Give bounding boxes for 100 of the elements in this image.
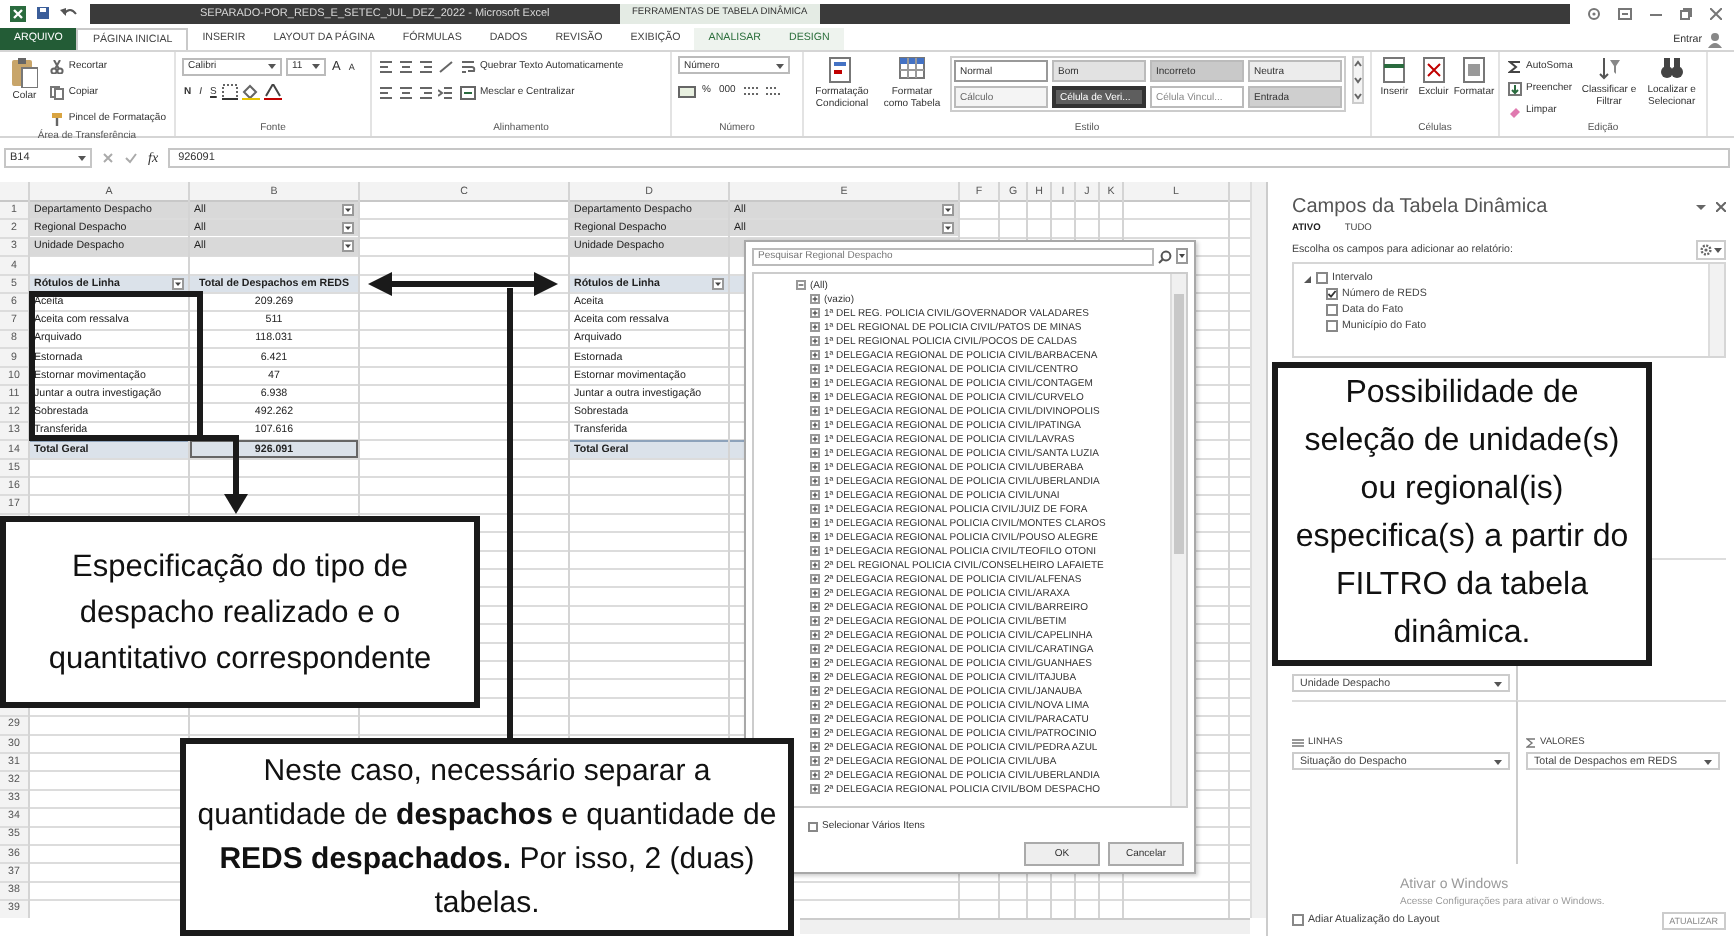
expand-icon[interactable] xyxy=(810,504,820,514)
settings-icon xyxy=(1700,244,1712,256)
align-icon[interactable] xyxy=(398,59,414,73)
filter-button-icon[interactable] xyxy=(172,277,184,290)
checkbox[interactable] xyxy=(1326,320,1338,332)
expand-icon[interactable] xyxy=(810,756,820,766)
checkbox[interactable] xyxy=(1326,288,1338,300)
caret-icon xyxy=(1704,757,1712,765)
expand-icon[interactable] xyxy=(810,308,820,318)
expand-icon[interactable] xyxy=(810,546,820,556)
checkbox[interactable] xyxy=(808,821,818,831)
undo-icon[interactable] xyxy=(60,6,80,20)
expand-icon[interactable] xyxy=(810,616,820,626)
dropdown-icon[interactable] xyxy=(942,204,954,217)
expand-icon[interactable] xyxy=(810,364,820,374)
expand-icon[interactable] xyxy=(810,574,820,584)
expand-icon[interactable] xyxy=(810,532,820,542)
clipboard-icon xyxy=(10,56,39,88)
dropdown-icon[interactable] xyxy=(342,240,354,253)
sigma-icon xyxy=(1508,59,1522,73)
dropdown-icon[interactable] xyxy=(342,204,354,217)
search-icon[interactable] xyxy=(1158,249,1172,263)
align-icon[interactable] xyxy=(418,59,434,73)
expand-icon[interactable] xyxy=(810,728,820,738)
close-icon[interactable] xyxy=(1710,7,1722,19)
format-icon xyxy=(1460,56,1488,84)
expand-icon[interactable] xyxy=(810,518,820,528)
copy-icon xyxy=(50,85,65,99)
decimal-icon[interactable] xyxy=(741,83,760,97)
vertical-scrollbar[interactable] xyxy=(1708,264,1724,356)
expand-icon[interactable] xyxy=(810,560,820,570)
expand-icon[interactable] xyxy=(810,462,820,472)
expand-icon[interactable] xyxy=(810,476,820,486)
merge-cells-icon xyxy=(460,85,476,99)
caret-icon[interactable] xyxy=(1696,201,1706,211)
wrap-text-icon xyxy=(460,59,476,73)
expand-icon[interactable] xyxy=(810,602,820,612)
caret-icon xyxy=(776,61,784,69)
annotation-callout: Possibilidade de seleção de unidade(s) ou regional(is) especifica(s) a partir do FILTRO da tabela dinâmica. xyxy=(1272,362,1652,666)
expand-icon[interactable] xyxy=(810,700,820,710)
expand-icon[interactable] xyxy=(810,378,820,388)
elbow-arrow xyxy=(200,435,248,514)
expand-icon[interactable] xyxy=(810,420,820,430)
currency-icon[interactable] xyxy=(678,83,696,97)
expand-icon[interactable] xyxy=(810,644,820,654)
expand-icon[interactable] xyxy=(810,714,820,724)
expand-icon[interactable] xyxy=(810,322,820,332)
eraser-icon xyxy=(1508,103,1522,117)
dropdown-icon[interactable] xyxy=(342,222,354,235)
align-icon[interactable] xyxy=(418,85,434,99)
font-color-icon[interactable] xyxy=(264,84,283,100)
expand-icon[interactable] xyxy=(810,336,820,346)
restore-icon[interactable] xyxy=(1680,7,1692,19)
expand-icon[interactable] xyxy=(810,490,820,500)
expand-icon[interactable] xyxy=(810,630,820,640)
checkbox[interactable] xyxy=(1326,304,1338,316)
collapse-icon[interactable] xyxy=(796,280,806,290)
scissors-icon xyxy=(50,59,65,73)
gallery-scroll-icon[interactable] xyxy=(1352,56,1364,104)
expand-icon[interactable] xyxy=(810,350,820,360)
vertical-scrollbar[interactable] xyxy=(1250,182,1266,919)
user-icon xyxy=(1708,31,1722,47)
caret-icon xyxy=(78,153,86,161)
decimal-icon[interactable] xyxy=(763,83,782,97)
settings-button[interactable] xyxy=(1696,240,1726,260)
expand-icon[interactable] xyxy=(810,686,820,696)
rows-icon xyxy=(1292,738,1304,748)
caret-icon xyxy=(1494,757,1502,765)
expand-icon[interactable] xyxy=(810,672,820,682)
collapse-icon[interactable] xyxy=(1302,273,1312,283)
indent-icon[interactable] xyxy=(438,85,454,99)
align-icon[interactable] xyxy=(378,59,394,73)
borders-icon[interactable] xyxy=(222,84,239,100)
horizontal-scrollbar[interactable] xyxy=(800,918,1250,935)
expand-icon[interactable] xyxy=(810,434,820,444)
checkbox[interactable] xyxy=(1292,914,1304,926)
align-icon[interactable] xyxy=(378,85,394,99)
expand-icon[interactable] xyxy=(810,392,820,402)
expand-icon[interactable] xyxy=(810,658,820,668)
fill-color-icon[interactable] xyxy=(242,84,261,100)
paintbrush-icon xyxy=(50,111,65,125)
filter-button-icon[interactable] xyxy=(712,277,724,290)
spreadsheet-icon[interactable] xyxy=(10,5,26,21)
expand-icon[interactable] xyxy=(810,784,820,794)
orientation-icon[interactable] xyxy=(438,59,454,73)
expand-icon[interactable] xyxy=(810,406,820,416)
expand-icon[interactable] xyxy=(810,770,820,780)
expand-icon[interactable] xyxy=(810,294,820,304)
vertical-scrollbar[interactable] xyxy=(1170,274,1186,806)
align-icon[interactable] xyxy=(398,85,414,99)
save-icon[interactable] xyxy=(36,6,50,20)
expand-icon[interactable] xyxy=(810,742,820,752)
dropdown-icon[interactable] xyxy=(1176,248,1188,264)
pane-title: Campos da Tabela Dinâmica xyxy=(1292,195,1548,217)
expand-icon[interactable] xyxy=(810,448,820,458)
dropdown-icon[interactable] xyxy=(942,222,954,235)
checkbox[interactable] xyxy=(1316,272,1328,284)
expand-icon[interactable] xyxy=(810,588,820,598)
sigma-icon xyxy=(1526,738,1536,748)
close-icon[interactable] xyxy=(1716,201,1726,211)
